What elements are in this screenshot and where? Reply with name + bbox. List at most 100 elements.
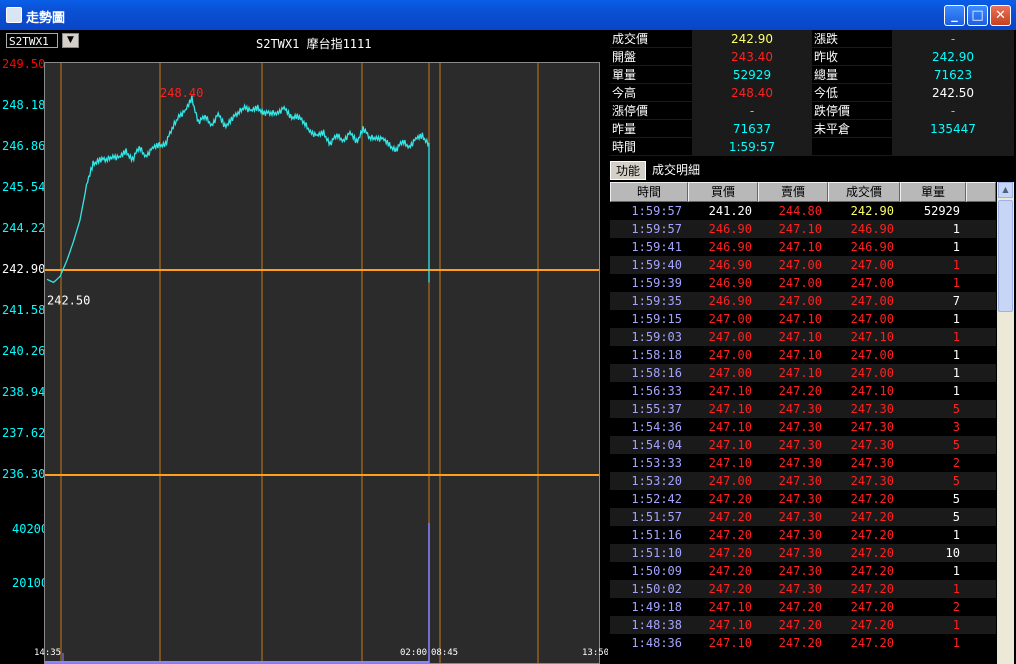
trade-cell: 52929 bbox=[923, 204, 960, 218]
trade-row[interactable]: 1:53:33 247.10 247.30 247.30 2 bbox=[610, 454, 996, 472]
trade-row[interactable]: 1:50:02 247.20 247.30 247.20 1 bbox=[610, 580, 996, 598]
y-tick-label: 241.58 bbox=[2, 303, 46, 317]
trade-cell: 247.30 bbox=[778, 510, 822, 524]
trade-cell: 247.20 bbox=[778, 384, 822, 398]
trade-row[interactable]: 1:59:39 246.90 247.00 247.00 1 bbox=[610, 274, 996, 292]
trade-row[interactable]: 1:59:41 246.90 247.10 246.90 1 bbox=[610, 238, 996, 256]
chart-pane: S2TWX1 ▼ S2TWX1 摩台指1111 249.50 248.18 246.… bbox=[0, 30, 609, 664]
trade-cell: 247.30 bbox=[850, 456, 894, 470]
chevron-down-icon[interactable]: ▼ bbox=[62, 33, 79, 48]
time-label-start: 14:35 bbox=[34, 648, 62, 658]
quote-label: 漲跌 bbox=[812, 30, 892, 48]
trade-table-body: 1:59:57 241.20 244.80 242.90 52929 1:59:57 246… bbox=[610, 202, 996, 664]
trade-row[interactable]: 1:54:04 247.10 247.30 247.30 5 bbox=[610, 436, 996, 454]
high-annotation: 248.40 bbox=[160, 86, 203, 100]
trade-cell: 247.20 bbox=[708, 492, 752, 506]
trade-cell: 247.10 bbox=[708, 384, 752, 398]
trade-row[interactable]: 1:51:10 247.20 247.30 247.20 10 bbox=[610, 544, 996, 562]
trade-cell: 1:53:20 bbox=[631, 474, 682, 488]
trade-row[interactable]: 1:55:37 247.10 247.30 247.30 5 bbox=[610, 400, 996, 418]
trade-cell: 1:59:41 bbox=[631, 240, 682, 254]
trade-cell: 247.00 bbox=[708, 474, 752, 488]
symbol-select[interactable]: S2TWX1 bbox=[6, 33, 58, 48]
trade-row[interactable]: 1:58:16 247.00 247.10 247.00 1 bbox=[610, 364, 996, 382]
close-button[interactable]: ✕ bbox=[990, 5, 1011, 26]
quote-value: - bbox=[892, 30, 1014, 48]
trade-cell: 247.20 bbox=[850, 618, 894, 632]
trade-row[interactable]: 1:59:40 246.90 247.00 247.00 1 bbox=[610, 256, 996, 274]
trade-cell: 1:50:09 bbox=[631, 564, 682, 578]
trade-row[interactable]: 1:59:57 241.20 244.80 242.90 52929 bbox=[610, 202, 996, 220]
low-annotation: 242.50 bbox=[47, 293, 90, 307]
trade-cell: 247.00 bbox=[708, 366, 752, 380]
trade-cell: 1:58:18 bbox=[631, 348, 682, 362]
trade-cell: 247.10 bbox=[778, 222, 822, 236]
trade-row[interactable]: 1:56:33 247.10 247.20 247.10 1 bbox=[610, 382, 996, 400]
trade-cell: 247.00 bbox=[850, 312, 894, 326]
trade-row[interactable]: 1:59:03 247.00 247.10 247.10 1 bbox=[610, 328, 996, 346]
trade-cell: 247.20 bbox=[778, 636, 822, 650]
trade-column-header[interactable]: 成交價 bbox=[828, 182, 900, 202]
trade-row[interactable]: 1:48:36 247.10 247.20 247.20 1 bbox=[610, 634, 996, 652]
minimize-button[interactable]: _ bbox=[944, 5, 965, 26]
trade-row[interactable]: 1:59:57 246.90 247.10 246.90 1 bbox=[610, 220, 996, 238]
scroll-up-icon[interactable]: ▲ bbox=[998, 182, 1013, 198]
quote-value: - bbox=[692, 102, 812, 120]
trade-cell: 1:54:36 bbox=[631, 420, 682, 434]
y-tick-label: 237.62 bbox=[2, 426, 46, 440]
trade-row[interactable]: 1:59:15 247.00 247.10 247.00 1 bbox=[610, 310, 996, 328]
trade-row[interactable]: 1:49:18 247.10 247.20 247.20 2 bbox=[610, 598, 996, 616]
trade-cell: 246.90 bbox=[850, 222, 894, 236]
quote-label: 未平倉 bbox=[812, 120, 892, 138]
trade-cell: 247.20 bbox=[708, 528, 752, 542]
trade-cell: 5 bbox=[952, 492, 960, 506]
trade-table-scrollbar[interactable]: ▲ bbox=[997, 182, 1014, 664]
trade-column-header[interactable]: 買價 bbox=[688, 182, 758, 202]
tab-function[interactable]: 功能 bbox=[610, 161, 647, 180]
window-title: 走勢圖 bbox=[26, 11, 66, 26]
trade-column-header[interactable]: 時間 bbox=[610, 182, 688, 202]
trade-cell: 244.80 bbox=[778, 204, 822, 218]
trade-cell: 246.90 bbox=[708, 240, 752, 254]
trade-cell: 247.30 bbox=[850, 402, 894, 416]
trade-cell: 247.30 bbox=[778, 492, 822, 506]
trade-row[interactable]: 1:48:38 247.10 247.20 247.20 1 bbox=[610, 616, 996, 634]
trade-column-header[interactable] bbox=[966, 182, 996, 202]
trade-row[interactable]: 1:59:35 246.90 247.00 247.00 7 bbox=[610, 292, 996, 310]
trade-row[interactable]: 1:50:09 247.20 247.30 247.20 1 bbox=[610, 562, 996, 580]
quote-label bbox=[812, 138, 892, 156]
trade-cell: 1 bbox=[952, 528, 960, 542]
trade-cell: 3 bbox=[952, 420, 960, 434]
trade-cell: 247.20 bbox=[708, 510, 752, 524]
trade-cell: 247.10 bbox=[708, 402, 752, 416]
quote-value: 1:59:57 bbox=[692, 138, 812, 156]
trade-cell: 247.00 bbox=[850, 294, 894, 308]
tab-trade-detail[interactable]: 成交明細 bbox=[647, 161, 705, 180]
trade-cell: 247.10 bbox=[708, 600, 752, 614]
trade-row[interactable]: 1:58:18 247.00 247.10 247.00 1 bbox=[610, 346, 996, 364]
trade-cell: 247.00 bbox=[850, 258, 894, 272]
trade-cell: 1:59:15 bbox=[631, 312, 682, 326]
scroll-thumb[interactable] bbox=[998, 200, 1013, 312]
trade-cell: 247.30 bbox=[778, 456, 822, 470]
trade-cell: 1 bbox=[952, 258, 960, 272]
trade-cell: 247.20 bbox=[850, 510, 894, 524]
price-chart[interactable]: 248.40 242.50 bbox=[44, 62, 600, 664]
trade-cell: 247.10 bbox=[708, 438, 752, 452]
trade-cell: 247.30 bbox=[778, 582, 822, 596]
trade-column-header[interactable]: 賣價 bbox=[758, 182, 828, 202]
trade-cell: 242.90 bbox=[850, 204, 894, 218]
trade-row[interactable]: 1:52:42 247.20 247.30 247.20 5 bbox=[610, 490, 996, 508]
trade-cell: 247.10 bbox=[778, 240, 822, 254]
trade-row[interactable]: 1:53:20 247.00 247.30 247.30 5 bbox=[610, 472, 996, 490]
quote-value: 243.40 bbox=[692, 48, 812, 66]
trade-row[interactable]: 1:51:57 247.20 247.30 247.20 5 bbox=[610, 508, 996, 526]
time-label-mid-b: 08:45 bbox=[431, 648, 459, 658]
trade-cell: 1:59:39 bbox=[631, 276, 682, 290]
trade-column-header[interactable]: 單量 bbox=[900, 182, 966, 202]
trade-cell: 1:59:57 bbox=[631, 222, 682, 236]
trade-row[interactable]: 1:54:36 247.10 247.30 247.30 3 bbox=[610, 418, 996, 436]
maximize-button[interactable]: □ bbox=[967, 5, 988, 26]
trade-cell: 247.10 bbox=[778, 348, 822, 362]
trade-row[interactable]: 1:51:16 247.20 247.30 247.20 1 bbox=[610, 526, 996, 544]
